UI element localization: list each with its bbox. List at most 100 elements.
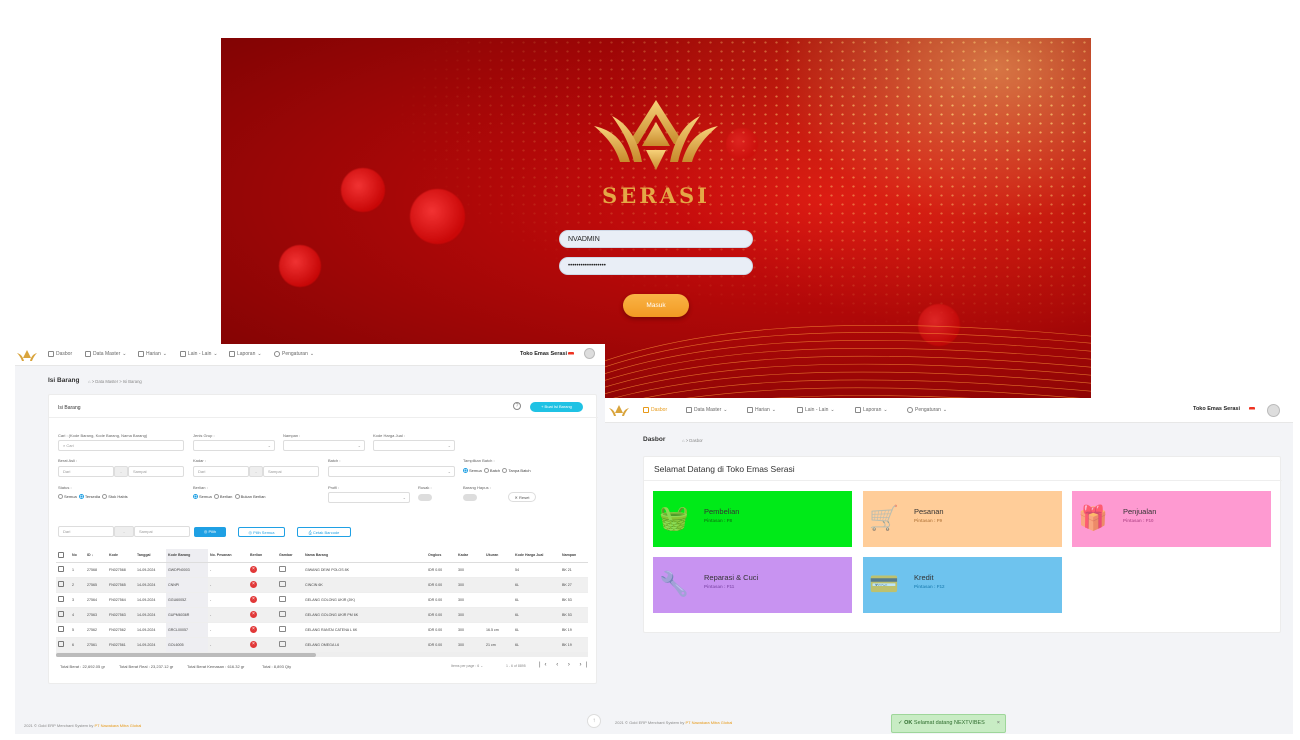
col-nama-barang[interactable]: Nama Barang	[303, 549, 426, 563]
reset-button[interactable]: ✕ Reset	[508, 492, 536, 502]
add-item-button[interactable]: + Buat Isi Barang	[530, 402, 583, 412]
barang-hapus-toggle[interactable]	[463, 494, 477, 501]
pager-controls[interactable]: |‹ ‹ › ›|	[539, 662, 591, 668]
radio-icon[interactable]	[234, 494, 240, 500]
checkbox-icon[interactable]	[58, 596, 64, 602]
row-select[interactable]	[56, 562, 70, 578]
select-all[interactable]	[56, 549, 70, 563]
image-icon[interactable]	[279, 596, 286, 602]
items-per-page[interactable]: Items per page : 6 ⌄	[451, 664, 483, 668]
nav-data-master[interactable]: Data Master ⌄	[686, 407, 727, 413]
kode-harga-select[interactable]: ⌄	[373, 440, 455, 451]
rusak-toggle[interactable]	[418, 494, 432, 501]
image-icon[interactable]	[279, 581, 286, 587]
col-no-pesanan[interactable]: No. Pesanan	[208, 549, 248, 563]
row-select[interactable]	[56, 622, 70, 638]
cell-gambar[interactable]	[277, 562, 303, 578]
cell-gambar[interactable]	[277, 637, 303, 653]
col-gambar[interactable]: Gambar	[277, 549, 303, 563]
scrollbar-thumb[interactable]	[56, 653, 316, 657]
table-row[interactable]: 5 27562 FN027562 14-09-2024 GRCL00057- × GELAN…	[56, 622, 588, 638]
radio-icon[interactable]	[78, 494, 84, 500]
berat-sampai-input[interactable]: Sampai	[128, 466, 184, 477]
radio-icon[interactable]	[102, 494, 108, 500]
col-tanggal[interactable]: Tanggal	[135, 549, 166, 563]
help-icon[interactable]: ?	[513, 402, 521, 410]
col-ukuran[interactable]: Ukuran	[484, 549, 513, 563]
checkbox-icon[interactable]	[58, 611, 64, 617]
tampilkan-batch-radios[interactable]: Semua Batch Tanpa Batch	[463, 468, 531, 474]
checkbox-icon[interactable]	[58, 641, 64, 647]
cell-gambar[interactable]	[277, 577, 303, 593]
cell-gambar[interactable]	[277, 592, 303, 608]
flag-icon[interactable]	[568, 352, 574, 357]
toast-close-button[interactable]: ×	[997, 715, 1000, 732]
pilih-semua-button[interactable]: ◎ Pilih Semua	[238, 527, 285, 537]
login-button[interactable]: Masuk	[623, 294, 689, 317]
row-select[interactable]	[56, 637, 70, 653]
table-row[interactable]: 4 27563 FN027563 14-09-2024 GUPM6036R - × GELAN…	[56, 607, 588, 623]
table-row[interactable]: 6 27561 FN027561 14-09-2024 GOL6005- × GELANG …	[56, 637, 588, 653]
search-input[interactable]: ⌕ Cari	[58, 440, 184, 451]
col-kode-harga-jual[interactable]: Kode Harga Jual	[513, 549, 560, 563]
nav-data-master[interactable]: Data Master ⌄	[85, 351, 126, 357]
tile-penjualan[interactable]: 🎁 Penjualan Pintasan : F10	[1072, 491, 1271, 547]
username-field[interactable]: NVADMIN	[559, 230, 753, 248]
row-select[interactable]	[56, 607, 70, 623]
jenis-grup-select[interactable]: ⌄	[193, 440, 275, 451]
avatar[interactable]	[584, 348, 595, 359]
image-icon[interactable]	[279, 641, 286, 647]
radio-icon[interactable]	[463, 468, 468, 474]
tanggal-dari-input[interactable]: Dari	[58, 526, 114, 537]
col-nampan[interactable]: Nampan	[560, 549, 588, 563]
checkbox-icon[interactable]	[58, 626, 64, 632]
avatar[interactable]	[1267, 404, 1280, 417]
nav-lain-lain[interactable]: Lain - Lain ⌄	[180, 351, 218, 357]
image-icon[interactable]	[279, 626, 286, 632]
nav-dasbor[interactable]: Dasbor	[48, 351, 72, 357]
col-berlian[interactable]: Berlian	[248, 549, 277, 563]
table-row[interactable]: 3 27564 FN027564 14-09-2024 GGU6005Z - × GELANG…	[56, 592, 588, 608]
kadar-sampai-input[interactable]: Sampai	[263, 466, 319, 477]
table-row[interactable]: 2 27565 FN027565 14-09-2024 CNNPI - × CINCIN 6K…	[56, 577, 588, 593]
col-no[interactable]: No	[70, 549, 85, 563]
nav-harian[interactable]: Harian ⌄	[138, 351, 167, 357]
password-field[interactable]: ••••••••••••••••••	[559, 257, 753, 275]
checkbox-icon[interactable]	[58, 551, 64, 558]
col-kode[interactable]: Kode	[107, 549, 135, 563]
table-row[interactable]: 1 27568 FN027568 14-09-2024 GWDPN0003- × GIWAN…	[56, 562, 588, 578]
radio-icon[interactable]	[193, 494, 198, 500]
radio-icon[interactable]	[483, 468, 489, 474]
berlian-radios[interactable]: Semua Berlian Bukan Berlian	[193, 494, 266, 500]
radio-icon[interactable]	[213, 494, 219, 500]
scroll-top-icon[interactable]: ↑	[587, 714, 601, 728]
col-kadar[interactable]: Kadar	[456, 549, 484, 563]
col-kode-barang[interactable]: Kode Barang	[166, 549, 208, 563]
tile-reparasi[interactable]: 🔧 Reparasi & Cuci Pintasan : F11	[653, 557, 852, 613]
nav-pengaturan[interactable]: Pengaturan ⌄	[274, 351, 314, 357]
nav-harian[interactable]: Harian ⌄	[747, 407, 776, 413]
cell-gambar[interactable]	[277, 622, 303, 638]
status-radios[interactable]: Semua Tersedia Stok Habis	[58, 494, 128, 500]
tile-pembelian[interactable]: 🧺 Pembelian Pintasan : F8	[653, 491, 852, 547]
row-select[interactable]	[56, 577, 70, 593]
col-id[interactable]: ID ↓	[85, 549, 107, 563]
kadar-dari-input[interactable]: Dari	[193, 466, 249, 477]
image-icon[interactable]	[279, 566, 286, 572]
nampan-select[interactable]: ⌄	[283, 440, 365, 451]
flag-icon[interactable]	[1249, 407, 1255, 412]
nav-pengaturan[interactable]: Pengaturan ⌄	[907, 407, 947, 413]
batch-select[interactable]: ⌄	[328, 466, 455, 477]
checkbox-icon[interactable]	[58, 581, 64, 587]
tanggal-sampai-input[interactable]: Sampai	[134, 526, 190, 537]
nav-laporan[interactable]: Laporan ⌄	[855, 407, 888, 413]
nav-laporan[interactable]: Laporan ⌄	[229, 351, 262, 357]
nav-lain-lain[interactable]: Lain - Lain ⌄	[797, 407, 835, 413]
cetak-barcode-button[interactable]: ⎙ Cetak Barcode	[297, 527, 351, 537]
horizontal-scrollbar[interactable]	[56, 653, 588, 657]
col-ongkos[interactable]: Ongkos	[426, 549, 456, 563]
tile-kredit[interactable]: 💳 Kredit Pintasan : F12	[863, 557, 1062, 613]
tile-pesanan[interactable]: 🛒 Pesanan Pintasan : F9	[863, 491, 1062, 547]
image-icon[interactable]	[279, 611, 286, 617]
nav-dasbor[interactable]: Dasbor	[643, 407, 667, 413]
